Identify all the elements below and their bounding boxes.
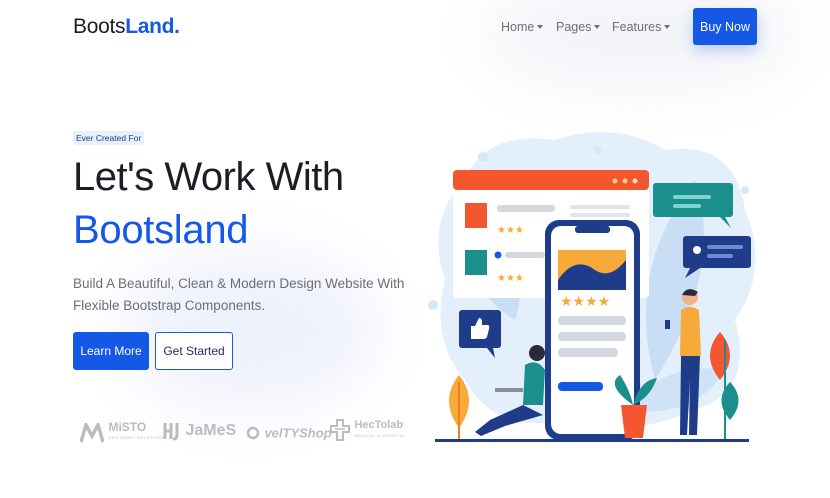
illustration-card-teal <box>465 250 487 275</box>
illustration-person-body <box>523 362 545 405</box>
illustration-dot <box>594 146 602 154</box>
hero-title-line2: Bootsland <box>73 208 249 252</box>
illustration-person-head <box>529 345 545 361</box>
illustration-browser-bar <box>453 170 649 190</box>
illustration-phone-small <box>665 320 670 329</box>
logo[interactable]: BootsLand. <box>73 15 180 39</box>
illustration-phone-notch <box>575 226 610 233</box>
chevron-down-icon <box>537 24 544 29</box>
illustration-line <box>673 195 711 199</box>
james-mark-icon <box>163 423 179 441</box>
illustration-ground <box>435 439 749 442</box>
illustration-person-legs <box>680 356 700 435</box>
illustration-line <box>673 204 701 208</box>
chevron-down-icon <box>664 24 671 29</box>
nav-features[interactable]: Features <box>612 20 671 34</box>
illustration-line <box>558 348 618 357</box>
illustration-stars: ★★★ <box>497 225 524 236</box>
illustration-stars: ★★★ <box>497 273 524 284</box>
illustration-dot <box>428 300 438 310</box>
illustration-browser-dot <box>612 178 618 184</box>
illustration-phone-button <box>558 382 603 391</box>
illustration-line <box>558 332 626 341</box>
illustration-card-orange <box>465 203 487 228</box>
brand-logo-hectolab: HecTolab MEDICAL & HOSPITAL <box>330 419 405 441</box>
illustration-laptop <box>495 388 523 392</box>
illustration-line <box>558 316 626 325</box>
illustration-stars: ★★★★ <box>560 294 610 310</box>
illustration-line <box>570 205 630 209</box>
buy-now-button[interactable]: Buy Now <box>693 8 757 45</box>
brand-logo-james: JaMeS <box>163 421 236 441</box>
hero-illustration: ★★★ ★★★ ★★★★ <box>428 132 756 442</box>
illustration-dot <box>693 246 701 254</box>
hero-description: Build A Beautiful, Clean & Modern Design… <box>73 276 405 313</box>
illustration-line <box>707 245 743 249</box>
hectolab-cross-icon <box>330 419 350 441</box>
illustration-line <box>505 252 545 258</box>
chevron-down-icon <box>594 24 601 29</box>
illustration-dot <box>478 152 488 162</box>
brand-logo-veltyshop: velTYShop <box>246 424 332 442</box>
illustration-dot <box>741 186 749 194</box>
nav-home[interactable]: Home <box>501 20 544 34</box>
learn-more-button[interactable]: Learn More <box>73 332 149 370</box>
misto-mark-icon <box>79 419 105 442</box>
get-started-button[interactable]: Get Started <box>155 332 233 370</box>
illustration-dot <box>494 251 502 259</box>
illustration-chat-navy <box>683 236 751 268</box>
hero-tag: Ever Created For <box>73 131 145 145</box>
illustration-line <box>570 213 630 217</box>
illustration-pot <box>621 405 647 438</box>
navbar: BootsLand. Home Pages Features Buy Now <box>0 0 830 54</box>
illustration-browser-dot <box>622 178 628 184</box>
nav-pages[interactable]: Pages <box>556 20 601 34</box>
veltyshop-mark-icon <box>246 426 260 440</box>
illustration-line <box>497 205 555 212</box>
brand-logo-misto: MiSTO DESIGNING SOLUTIONS <box>79 419 165 444</box>
illustration-line <box>707 254 733 258</box>
illustration-browser-dot <box>632 178 638 184</box>
illustration-chat-teal <box>653 183 733 217</box>
illustration-person-body <box>680 307 701 356</box>
hero-title-line1: Let's Work With <box>73 155 344 199</box>
